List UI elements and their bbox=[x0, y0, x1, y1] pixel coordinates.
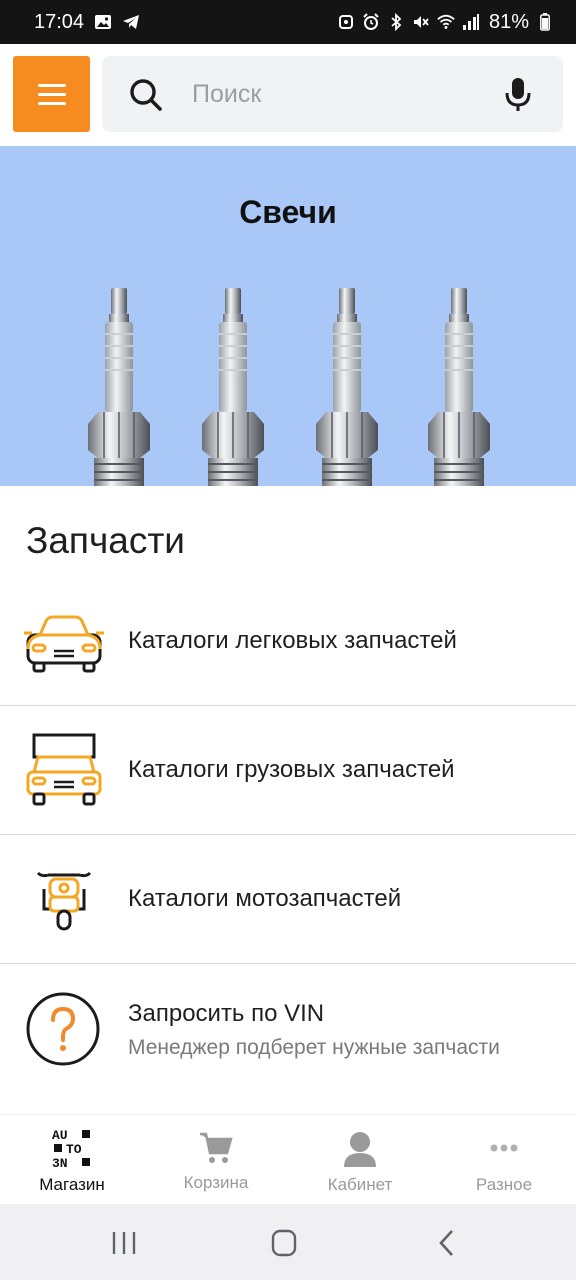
promo-banner[interactable]: Свечи bbox=[0, 146, 576, 486]
catalog-item-label: Каталоги грузовых запчастей bbox=[128, 756, 455, 783]
nav-tab-account[interactable]: Кабинет bbox=[288, 1115, 432, 1205]
nav-tab-label: Магазин bbox=[39, 1175, 105, 1194]
spark-plug-image bbox=[88, 288, 150, 486]
catalog-item-vin-request[interactable]: Запросить по VIN Менеджер подберет нужны… bbox=[0, 964, 576, 1114]
hamburger-icon-bar bbox=[37, 101, 66, 105]
autozn-logo-icon: AU TO 3N bbox=[50, 1127, 94, 1171]
search-bar[interactable] bbox=[102, 56, 563, 132]
motorcycle-icon bbox=[36, 871, 92, 931]
question-icon bbox=[26, 992, 100, 1066]
logo-line-1: AU bbox=[52, 1128, 68, 1143]
logo-line-3: 3N bbox=[52, 1156, 68, 1171]
logo-line-2: TO bbox=[66, 1142, 82, 1157]
signal-icon bbox=[462, 13, 480, 31]
catalog-item-moto[interactable]: Каталоги мотозапчастей bbox=[0, 835, 576, 964]
more-icon bbox=[490, 1144, 518, 1152]
app-header bbox=[0, 44, 576, 146]
section-title: Запчасти bbox=[26, 520, 185, 561]
car-icon bbox=[24, 615, 104, 673]
nav-tab-shop[interactable]: AU TO 3N Магазин bbox=[0, 1115, 144, 1205]
home-icon[interactable] bbox=[264, 1228, 304, 1258]
bluetooth-icon bbox=[387, 13, 405, 31]
spark-plug-image bbox=[316, 288, 378, 486]
alarm-icon bbox=[362, 13, 380, 31]
back-icon[interactable] bbox=[428, 1228, 468, 1258]
catalog-item-label: Каталоги легковых запчастей bbox=[128, 627, 457, 654]
spark-plug-image bbox=[202, 288, 264, 486]
nav-tab-cart[interactable]: Корзина bbox=[144, 1115, 288, 1205]
nav-tab-label: Разное bbox=[475, 1175, 533, 1194]
gallery-icon bbox=[94, 13, 112, 31]
user-icon bbox=[344, 1132, 376, 1167]
banner-title: Свечи bbox=[239, 194, 337, 230]
recent-apps-icon[interactable] bbox=[104, 1228, 144, 1258]
nav-tab-label: Кабинет bbox=[327, 1175, 393, 1194]
catalog-item-trucks[interactable]: Каталоги грузовых запчастей bbox=[0, 706, 576, 835]
battery-percent: 81% bbox=[488, 10, 529, 33]
catalog-item-cars[interactable]: Каталоги легковых запчастей bbox=[0, 577, 576, 706]
system-nav-bar bbox=[0, 1204, 576, 1280]
catalog-item-label: Запросить по VIN bbox=[128, 1000, 325, 1027]
status-time: 17:04 bbox=[34, 10, 85, 33]
search-input[interactable] bbox=[192, 74, 482, 114]
mic-icon[interactable] bbox=[500, 74, 536, 114]
cart-icon bbox=[200, 1132, 233, 1163]
spark-plug-image bbox=[428, 288, 490, 486]
status-bar: 17:04 81% bbox=[0, 0, 576, 44]
hamburger-icon-bar bbox=[37, 92, 66, 96]
hamburger-icon bbox=[37, 83, 66, 87]
telegram-icon bbox=[122, 13, 140, 31]
nfc-icon bbox=[337, 13, 355, 31]
search-icon bbox=[130, 79, 162, 111]
nav-tab-more[interactable]: Разное bbox=[432, 1115, 576, 1205]
nav-tab-label: Корзина bbox=[183, 1173, 249, 1192]
battery-icon bbox=[536, 13, 554, 31]
truck-icon bbox=[26, 733, 102, 806]
mute-icon bbox=[412, 13, 430, 31]
bottom-nav: AU TO 3N Магазин Корзина Кабинет Разное bbox=[0, 1114, 576, 1204]
wifi-icon bbox=[437, 13, 455, 31]
catalog-item-label: Каталоги мотозапчастей bbox=[128, 885, 402, 912]
menu-button[interactable] bbox=[13, 56, 90, 132]
catalog-item-subtitle: Менеджер подберет нужные запчасти bbox=[128, 1036, 500, 1059]
